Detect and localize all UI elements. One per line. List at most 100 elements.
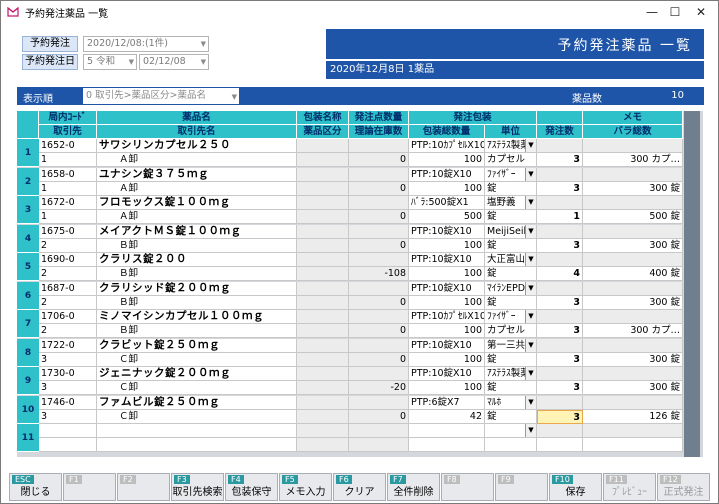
close-icon[interactable]: ✕ xyxy=(684,1,718,23)
row-number[interactable]: 7 xyxy=(17,310,39,338)
row-number[interactable]: 11 xyxy=(17,424,39,452)
fkey-f4-button[interactable]: F4 包装保守 xyxy=(225,473,278,501)
row-number[interactable]: 4 xyxy=(17,224,39,253)
fkey-f6-button[interactable]: F6 クリア xyxy=(333,473,386,501)
drug-code[interactable]: 1687-0 xyxy=(39,281,97,296)
row-number[interactable]: 8 xyxy=(17,338,39,367)
memo[interactable] xyxy=(583,281,683,296)
row-number[interactable]: 6 xyxy=(17,281,39,310)
order-package[interactable] xyxy=(409,424,485,438)
supplier-code[interactable]: 2 xyxy=(39,295,97,310)
maker-select[interactable]: MeijiSeikaﾌ ▼ xyxy=(485,224,537,239)
row-number[interactable]: 9 xyxy=(17,367,39,395)
order-qty[interactable]: 3 xyxy=(537,352,583,367)
chevron-down-icon[interactable]: ▼ xyxy=(525,395,536,409)
order-qty[interactable]: 3 xyxy=(537,324,583,338)
memo[interactable] xyxy=(583,367,683,381)
chevron-down-icon[interactable]: ▼ xyxy=(525,253,536,266)
order-package[interactable]: PTP:10錠X10 xyxy=(409,167,485,182)
order-package[interactable]: PTP:10錠X10 xyxy=(409,367,485,381)
supplier-code[interactable]: 1 xyxy=(39,210,97,224)
order-package[interactable]: PTP:10錠X10 xyxy=(409,338,485,353)
order-package[interactable]: PTP:10錠X10 xyxy=(409,281,485,296)
fkey-f5-button[interactable]: F5 メモ入力 xyxy=(279,473,332,501)
supplier-code[interactable] xyxy=(39,438,97,452)
maker-select[interactable]: ｱｽﾃﾗｽ製薬 ▼ xyxy=(485,139,537,153)
fkey-f7-button[interactable]: F7 全件削除 xyxy=(387,473,440,501)
row-number[interactable]: 1 xyxy=(17,139,39,167)
order-qty[interactable] xyxy=(537,438,583,452)
memo[interactable] xyxy=(583,139,683,153)
chevron-down-icon[interactable]: ▼ xyxy=(525,281,536,295)
grid-scrollbar[interactable] xyxy=(684,111,700,457)
order-package[interactable]: PTP:6錠X7 xyxy=(409,395,485,410)
memo[interactable] xyxy=(583,395,683,410)
fkey-esc-button[interactable]: ESC 閉じる xyxy=(9,473,62,501)
maker-select[interactable]: ﾌｧｲｻﾞｰ ▼ xyxy=(485,310,537,324)
drug-code[interactable]: 1746-0 xyxy=(39,395,97,410)
chevron-down-icon[interactable]: ▼ xyxy=(525,338,536,352)
chevron-down-icon[interactable]: ▼ xyxy=(525,310,536,323)
maker-select[interactable]: ﾏｲﾗﾝEPD ▼ xyxy=(485,281,537,296)
drug-code[interactable]: 1730-0 xyxy=(39,367,97,381)
order-package[interactable]: ﾊﾞﾗ:500錠X1 xyxy=(409,196,485,210)
drug-code[interactable]: 1690-0 xyxy=(39,253,97,267)
drug-code[interactable]: 1675-0 xyxy=(39,224,97,239)
maker-select[interactable]: 第一三共 ▼ xyxy=(485,338,537,353)
drug-name[interactable]: フロモックス錠１００ｍｇ xyxy=(97,196,297,210)
supplier-code[interactable]: 2 xyxy=(39,238,97,253)
supplier-code[interactable]: 3 xyxy=(39,352,97,367)
drug-name[interactable]: サワシリンカプセル２５０ xyxy=(97,139,297,153)
supplier-code[interactable]: 1 xyxy=(39,153,97,167)
order-qty[interactable]: 1 xyxy=(537,210,583,224)
sort-select[interactable]: 0 取引先>薬品区分>薬品名 ▼ xyxy=(83,88,239,104)
maker-select[interactable]: ﾏﾙﾎ ▼ xyxy=(485,395,537,410)
maker-select[interactable]: 塩野義 ▼ xyxy=(485,196,537,210)
chevron-down-icon[interactable]: ▼ xyxy=(525,167,536,181)
drug-name[interactable]: クラリス錠２００ xyxy=(97,253,297,267)
order-qty[interactable]: 3 xyxy=(537,181,583,196)
chevron-down-icon[interactable]: ▼ xyxy=(525,139,536,152)
order-qty[interactable]: 3 xyxy=(537,238,583,253)
row-number[interactable]: 3 xyxy=(17,196,39,224)
drug-name[interactable] xyxy=(97,424,297,438)
era-select[interactable]: 5 令和 ▼ xyxy=(83,54,137,70)
order-qty[interactable]: 3 xyxy=(537,153,583,167)
maker-select[interactable]: ﾌｧｲｻﾞｰ ▼ xyxy=(485,167,537,182)
order-qty[interactable]: 4 xyxy=(537,267,583,281)
supplier-code[interactable]: 1 xyxy=(39,181,97,196)
drug-name[interactable]: ミノマイシンカプセル１００ｍｇ xyxy=(97,310,297,324)
order-package[interactable]: PTP:10ｶﾌﾟｾﾙX10 xyxy=(409,139,485,153)
order-qty[interactable]: 3 xyxy=(537,381,583,395)
chevron-down-icon[interactable]: ▼ xyxy=(525,196,536,209)
date-select[interactable]: 02/12/08 ▼ xyxy=(139,54,209,70)
memo[interactable] xyxy=(583,424,683,438)
maker-select[interactable]: ▼ xyxy=(485,424,537,438)
memo[interactable] xyxy=(583,167,683,182)
drug-name[interactable]: ジェニナック錠２００ｍｇ xyxy=(97,367,297,381)
supplier-code[interactable]: 3 xyxy=(39,381,97,395)
memo[interactable] xyxy=(583,196,683,210)
drug-code[interactable] xyxy=(39,424,97,438)
maker-select[interactable]: 大正富山医ｽ ▼ xyxy=(485,253,537,267)
row-number[interactable]: 2 xyxy=(17,167,39,196)
fkey-f3-button[interactable]: F3 取引先検索 xyxy=(171,473,224,501)
supplier-code[interactable]: 2 xyxy=(39,267,97,281)
order-qty[interactable]: 3 xyxy=(537,295,583,310)
memo[interactable] xyxy=(583,253,683,267)
drug-code[interactable]: 1658-0 xyxy=(39,167,97,182)
drug-name[interactable]: クラビット錠２５０ｍｇ xyxy=(97,338,297,353)
memo[interactable] xyxy=(583,310,683,324)
memo[interactable] xyxy=(583,338,683,353)
row-number[interactable]: 10 xyxy=(17,395,39,424)
drug-code[interactable]: 1722-0 xyxy=(39,338,97,353)
drug-name[interactable]: クラリシッド錠２００ｍｇ xyxy=(97,281,297,296)
order-package[interactable]: PTP:10錠X10 xyxy=(409,224,485,239)
supplier-code[interactable]: 3 xyxy=(39,409,97,424)
drug-code[interactable]: 1652-0 xyxy=(39,139,97,153)
maker-select[interactable]: ｱｽﾃﾗｽ製薬 ▼ xyxy=(485,367,537,381)
order-qty[interactable]: 3 xyxy=(537,409,583,424)
drug-name[interactable]: ファムビル錠２５０ｍｇ xyxy=(97,395,297,410)
chevron-down-icon[interactable]: ▼ xyxy=(525,224,536,238)
chevron-down-icon[interactable]: ▼ xyxy=(525,367,536,380)
